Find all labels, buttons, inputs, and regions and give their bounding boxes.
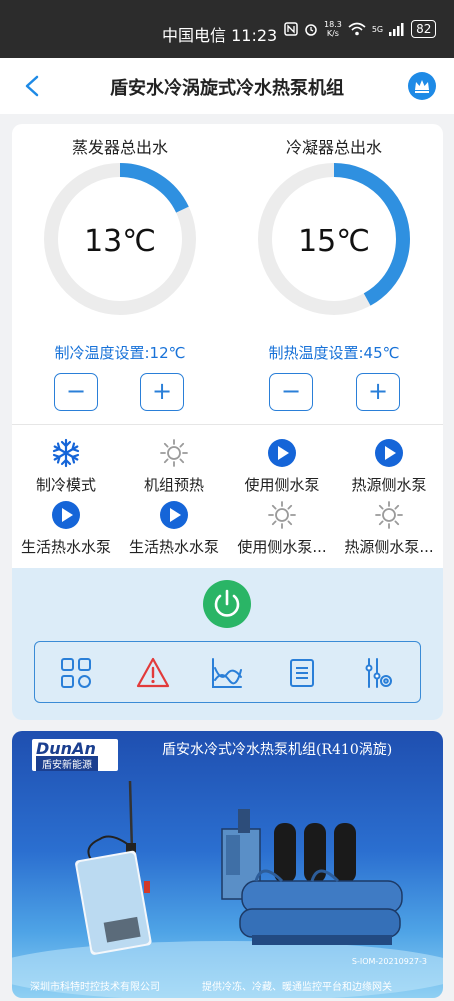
alarm-clock-icon (305, 24, 317, 36)
status-label: 机组预热 (143, 476, 204, 494)
chart-icon[interactable] (210, 656, 244, 690)
sun-icon (375, 501, 403, 529)
crown-glyph-icon (415, 80, 429, 93)
status-bar: 中国电信 11:23 18.3 K/s 5G 82 (0, 0, 454, 58)
carrier-time: 中国电信 11:23 (162, 26, 278, 45)
play-icon (52, 501, 80, 529)
snowflake-icon (52, 438, 80, 468)
status-hot-water-pump-1: 生活热水水泵 (12, 500, 120, 557)
wifi-icon (348, 22, 366, 36)
sun-icon (160, 439, 188, 467)
settings-icon[interactable] (361, 656, 395, 690)
status-hot-water-pump-2: 生活热水水泵 (120, 500, 228, 557)
main-card: 蒸发器总出水 13℃ 制冷温度设置:12℃ 冷凝器总出水 15℃ 制热温度设置:… (12, 124, 443, 720)
status-use-side-pump: 使用侧水泵 (228, 438, 336, 495)
network-speed: 18.3 K/s (324, 20, 342, 38)
power-button[interactable] (203, 580, 251, 628)
status-label: 使用侧水泵 (244, 476, 320, 494)
page-title: 盾安水冷涡旋式冷水热泵机组 (110, 78, 344, 99)
app-header: 盾安水冷涡旋式冷水热泵机组 (0, 58, 454, 114)
play-icon (268, 439, 296, 467)
battery-indicator: 82 (411, 20, 437, 38)
gauge-label: 蒸发器总出水 (71, 138, 168, 157)
status-source-side-pump-2: 热源侧水泵... (335, 500, 443, 557)
power-icon (214, 589, 240, 617)
play-icon (375, 439, 403, 467)
alarm-icon[interactable] (136, 656, 170, 690)
status-label: 生活热水水泵 (128, 538, 219, 556)
play-icon (160, 501, 188, 529)
status-icons: 18.3 K/s 5G 82 (284, 20, 437, 38)
status-label: 热源侧水泵 (351, 476, 427, 494)
gauge-label: 冷凝器总出水 (285, 138, 382, 157)
status-use-side-pump-2: 使用侧水泵... (228, 500, 336, 557)
function-toolbar (34, 641, 421, 703)
sun-icon (268, 501, 296, 529)
banner-model-code: S-IOM-20210927-3 (351, 957, 427, 966)
status-label: 生活热水水泵 (20, 538, 111, 556)
heating-increase-button[interactable]: + (356, 373, 400, 411)
status-label: 使用侧水泵... (237, 538, 327, 556)
control-panel (12, 568, 443, 720)
crown-icon[interactable] (408, 72, 436, 100)
status-label: 制冷模式 (35, 476, 96, 494)
back-arrow-icon[interactable] (22, 74, 44, 98)
banner-slogan: 提供冷冻、冷藏、暖通监控平台和边缘网关 (202, 982, 392, 993)
cooling-setpoint-label: 制冷温度设置:12℃ (54, 344, 186, 362)
grid-icon[interactable] (59, 656, 93, 690)
status-cooling-mode: 制冷模式 (12, 438, 120, 495)
cooling-increase-button[interactable]: + (140, 373, 184, 411)
status-source-side-pump: 热源侧水泵 (335, 438, 443, 495)
heating-setpoint-label: 制热温度设置:45℃ (268, 344, 400, 362)
status-label: 热源侧水泵... (344, 538, 434, 556)
cooling-decrease-button[interactable]: − (54, 373, 98, 411)
divider (12, 424, 443, 425)
nfc-icon (284, 22, 298, 36)
gauge-value: 15℃ (298, 224, 370, 259)
heating-decrease-button[interactable]: − (269, 373, 313, 411)
network-type: 5G (371, 24, 384, 34)
product-banner[interactable]: DunAn 盾安新能源 盾安水冷式冷水热泵机组(R410涡旋) S-IOM-20… (12, 731, 443, 998)
gauge-value: 13℃ (84, 224, 156, 259)
banner-company: 深圳市科特时控技术有限公司 (30, 982, 160, 993)
list-icon[interactable] (285, 656, 319, 690)
signal-icon (389, 22, 404, 36)
status-unit-preheat: 机组预热 (120, 438, 228, 495)
